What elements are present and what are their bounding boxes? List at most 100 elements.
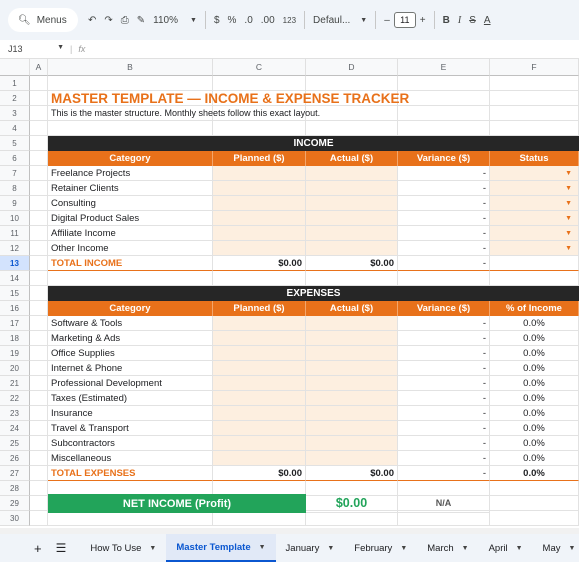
income-section-header[interactable]: INCOME [48, 136, 579, 151]
row-header[interactable]: 9 [0, 196, 30, 211]
row-header[interactable]: 28 [0, 481, 30, 496]
print-icon[interactable]: ⎙ [117, 8, 133, 32]
income-category-label[interactable]: Consulting [48, 196, 213, 211]
status-dropdown[interactable]: ▼ [490, 211, 579, 226]
column-header[interactable]: F [490, 59, 579, 76]
row-header[interactable]: 27 [0, 466, 30, 481]
grid-cell[interactable] [490, 496, 579, 511]
expenses-section-header[interactable]: EXPENSES [48, 286, 579, 301]
grid-cell[interactable] [30, 211, 48, 226]
actual-input[interactable] [306, 241, 398, 256]
variance-value[interactable]: - [398, 346, 490, 361]
income-category-label[interactable]: Affiliate Income [48, 226, 213, 241]
grid-cell[interactable] [30, 361, 48, 376]
net-income-value[interactable]: $0.00 [306, 494, 398, 513]
grid-cell[interactable] [30, 391, 48, 406]
row-header[interactable]: 21 [0, 376, 30, 391]
net-income-label[interactable]: NET INCOME (Profit) [48, 494, 306, 513]
percent-of-income[interactable]: 0.0% [490, 346, 579, 361]
column-header[interactable]: D [306, 59, 398, 76]
column-header[interactable]: C [213, 59, 306, 76]
planned-input[interactable] [213, 166, 306, 181]
variance-value[interactable]: - [398, 211, 490, 226]
grid-cell[interactable] [48, 121, 213, 136]
actual-input[interactable] [306, 361, 398, 376]
expense-category-label[interactable]: Subcontractors [48, 436, 213, 451]
grid-cell[interactable] [30, 106, 48, 121]
percent-of-income[interactable]: 0.0% [490, 406, 579, 421]
font-size-input[interactable]: 11 [393, 12, 416, 28]
grid-cell[interactable] [30, 316, 48, 331]
planned-input[interactable] [213, 346, 306, 361]
decrease-font-size-button[interactable]: – [380, 8, 394, 32]
expense-column-header[interactable]: Variance ($) [398, 301, 490, 316]
more-formats-button[interactable]: 123 [279, 8, 300, 32]
planned-input[interactable] [213, 241, 306, 256]
row-header[interactable]: 7 [0, 166, 30, 181]
expense-category-label[interactable]: Insurance [48, 406, 213, 421]
grid-cell[interactable] [30, 271, 48, 286]
column-header[interactable]: E [398, 59, 490, 76]
grid-cell[interactable] [306, 271, 398, 286]
expense-category-label[interactable]: Marketing & Ads [48, 331, 213, 346]
variance-value[interactable]: - [398, 331, 490, 346]
total-income-actual[interactable]: $0.00 [306, 256, 398, 271]
expense-column-header[interactable]: Category [48, 301, 213, 316]
row-header[interactable]: 13 [0, 256, 30, 271]
variance-value[interactable]: - [398, 451, 490, 466]
expense-category-label[interactable]: Taxes (Estimated) [48, 391, 213, 406]
row-header[interactable]: 14 [0, 271, 30, 286]
expense-column-header[interactable]: Planned ($) [213, 301, 306, 316]
total-expenses-actual[interactable]: $0.00 [306, 466, 398, 481]
total-income-planned[interactable]: $0.00 [213, 256, 306, 271]
grid-cell[interactable] [30, 151, 48, 166]
sheet-title[interactable]: MASTER TEMPLATE — INCOME & EXPENSE TRACK… [48, 91, 579, 106]
grid-cell[interactable] [490, 121, 579, 136]
income-category-label[interactable]: Freelance Projects [48, 166, 213, 181]
expense-category-label[interactable]: Travel & Transport [48, 421, 213, 436]
status-dropdown[interactable]: ▼ [490, 241, 579, 256]
decrease-decimal-button[interactable]: .0 [240, 8, 256, 32]
sheet-subtitle[interactable]: This is the master structure. Monthly sh… [48, 106, 579, 121]
grid-cell[interactable] [30, 481, 48, 496]
grid-cell[interactable] [490, 76, 579, 91]
grid-cell[interactable] [30, 406, 48, 421]
undo-icon[interactable]: ↶ [84, 8, 100, 32]
planned-input[interactable] [213, 316, 306, 331]
grid-cell[interactable] [306, 76, 398, 91]
planned-input[interactable] [213, 406, 306, 421]
planned-input[interactable] [213, 361, 306, 376]
font-select[interactable]: Defaul... ▼ [309, 8, 371, 32]
grid-cell[interactable] [48, 271, 213, 286]
actual-input[interactable] [306, 406, 398, 421]
grid-cell[interactable] [213, 76, 306, 91]
variance-value[interactable]: - [398, 226, 490, 241]
total-income-variance[interactable]: - [398, 256, 490, 271]
grid-cell[interactable] [398, 511, 490, 526]
actual-input[interactable] [306, 421, 398, 436]
sheet-tab[interactable]: March ▼ [417, 534, 478, 562]
planned-input[interactable] [213, 211, 306, 226]
planned-input[interactable] [213, 421, 306, 436]
grid-cell[interactable] [213, 121, 306, 136]
grid-cell[interactable] [30, 181, 48, 196]
select-all-corner[interactable] [0, 59, 30, 76]
row-header[interactable]: 18 [0, 331, 30, 346]
row-header[interactable]: 10 [0, 211, 30, 226]
actual-input[interactable] [306, 196, 398, 211]
row-header[interactable]: 12 [0, 241, 30, 256]
income-category-label[interactable]: Other Income [48, 241, 213, 256]
sheet-tab[interactable]: February ▼ [344, 534, 417, 562]
add-sheet-button[interactable]: + [0, 534, 50, 562]
variance-value[interactable]: - [398, 181, 490, 196]
variance-value[interactable]: - [398, 436, 490, 451]
grid-cell[interactable] [30, 256, 48, 271]
planned-input[interactable] [213, 331, 306, 346]
variance-value[interactable]: - [398, 166, 490, 181]
grid-cell[interactable] [213, 271, 306, 286]
variance-value[interactable]: - [398, 196, 490, 211]
bold-button[interactable]: B [439, 8, 454, 32]
actual-input[interactable] [306, 181, 398, 196]
total-expenses-pct[interactable]: 0.0% [490, 466, 579, 481]
grid-cell[interactable] [30, 511, 48, 526]
